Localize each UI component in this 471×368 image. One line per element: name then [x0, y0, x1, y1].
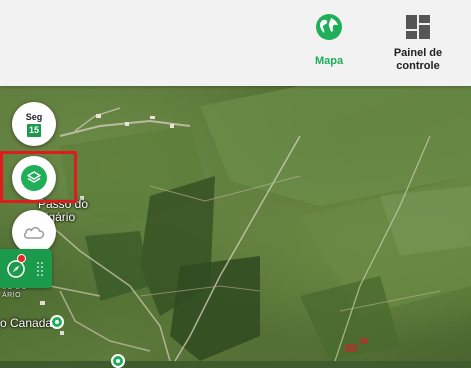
date-selector-button[interactable]: Seg 15: [12, 102, 56, 146]
nav-item-mapa[interactable]: Mapa: [300, 0, 358, 86]
map-small-label-ario: ÁRIO: [2, 292, 22, 299]
cloud-icon: [23, 227, 45, 239]
map-marker-pin[interactable]: [50, 315, 64, 329]
layers-button[interactable]: [12, 156, 56, 200]
layers-icon: [27, 171, 41, 183]
weather-button[interactable]: [12, 210, 56, 254]
notification-dot: [17, 254, 26, 263]
map-marker-pin[interactable]: [111, 354, 125, 368]
date-weekday: Seg: [25, 112, 43, 122]
drag-handle-icon[interactable]: [36, 260, 44, 278]
map-place-label-canada: o Canada: [0, 316, 53, 330]
date-day-number: 15: [27, 124, 41, 137]
nav-label-mapa: Mapa: [314, 55, 344, 67]
layers-icon-wrapper: [21, 165, 47, 191]
globe-icon: [316, 14, 342, 40]
top-nav-bar: Mapa Painel de controle: [0, 0, 471, 86]
nav-item-painel-de-controle[interactable]: Painel de controle: [378, 0, 458, 86]
compass-panel: [0, 249, 52, 288]
nav-label-painel: Painel de controle: [393, 47, 443, 72]
dashboard-icon: [406, 15, 430, 39]
satellite-map[interactable]: Passo do Vigário SO DO ÁRIO o Canada: [0, 86, 471, 368]
